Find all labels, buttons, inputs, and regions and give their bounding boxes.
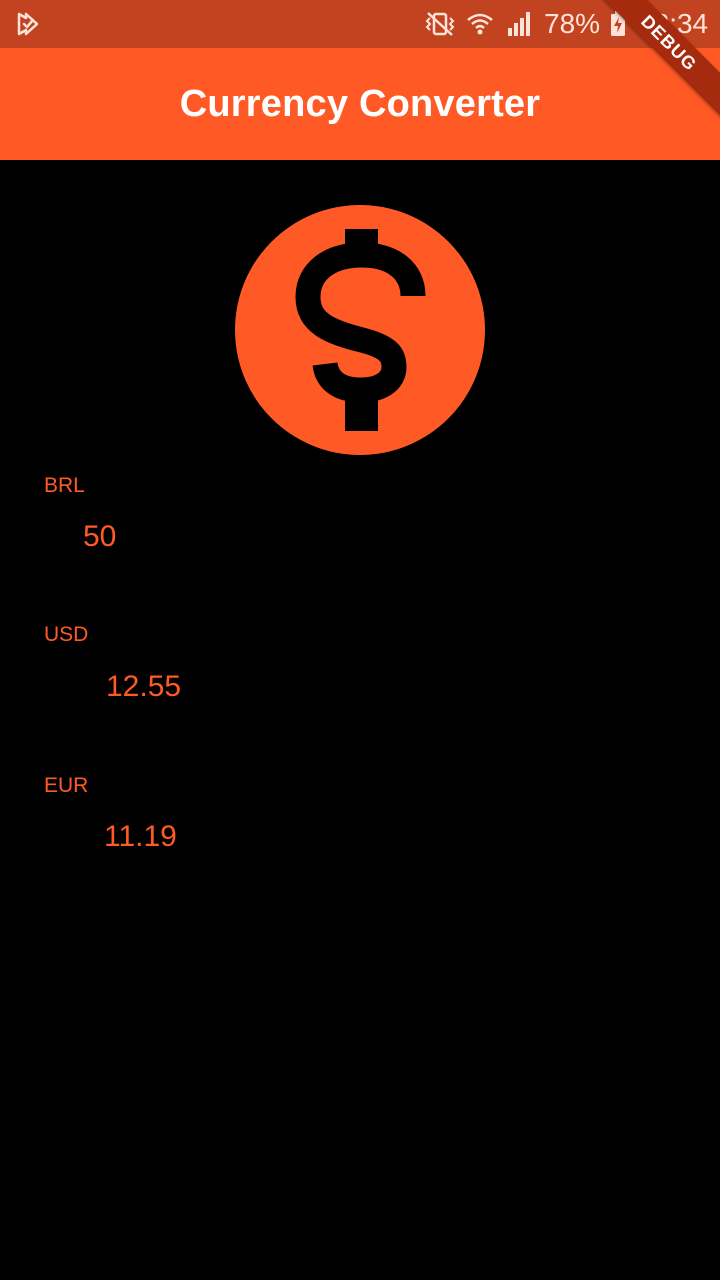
wifi-icon (467, 13, 493, 35)
usd-field[interactable]: USD 12.55 (44, 623, 676, 713)
status-bar: 78% 22:34 (0, 0, 720, 48)
brl-input[interactable]: 50 (83, 520, 116, 554)
eur-label: EUR (44, 774, 89, 797)
eur-input[interactable]: 11.19 (104, 820, 177, 854)
usd-label: USD (44, 623, 89, 646)
brl-label: BRL (44, 474, 85, 497)
brl-field[interactable]: BRL 50 (44, 474, 676, 564)
battery-percent: 78% (544, 8, 601, 39)
status-clock: 22:34 (638, 8, 709, 39)
app-bar: Currency Converter (0, 48, 720, 160)
usd-input[interactable]: 12.55 (106, 670, 181, 704)
vibrate-mute-icon (425, 12, 455, 36)
cell-signal-icon (508, 12, 530, 36)
eur-field[interactable]: EUR 11.19 (44, 774, 676, 864)
app-title: Currency Converter (179, 82, 541, 125)
play-store-notification-icon (17, 12, 39, 36)
dollar-coin-icon (235, 205, 485, 455)
battery-charging-icon (611, 11, 626, 36)
status-icons: 78% 22:34 (424, 10, 708, 38)
app-screen: 78% 22:34 Currency Converter DEBUG BRL 5… (0, 0, 720, 1280)
